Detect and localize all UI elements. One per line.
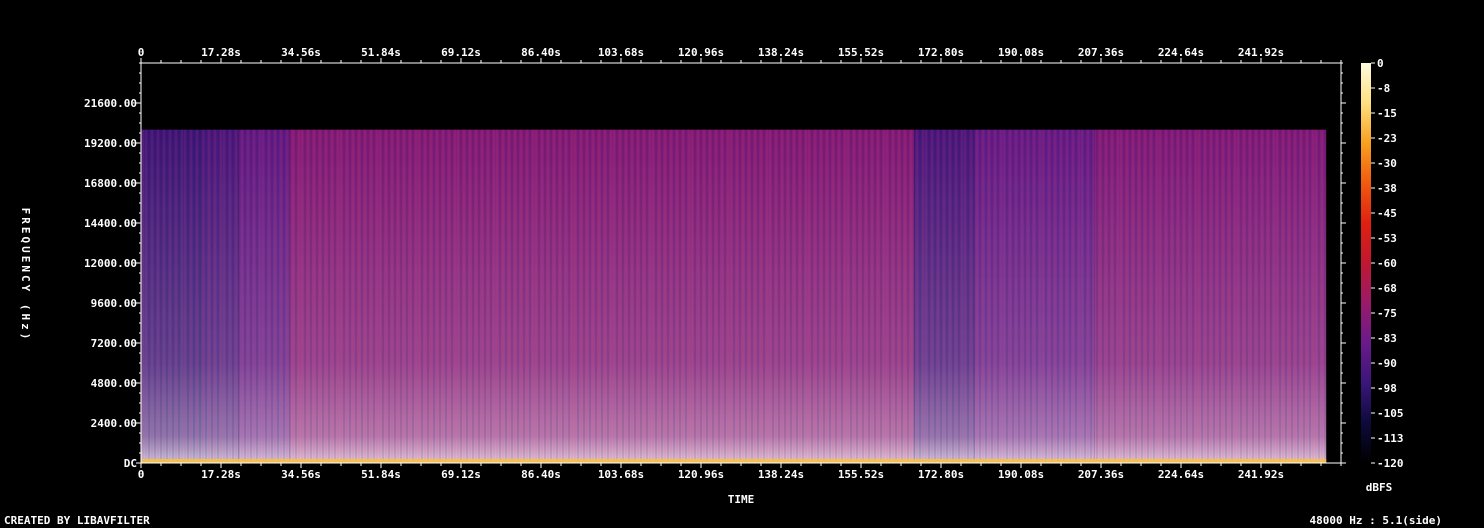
x-tick-label-top: 224.64s xyxy=(1158,46,1204,59)
y-tick-label: 21600.00 xyxy=(84,97,137,110)
colorbar-tick-label: -38 xyxy=(1377,182,1397,195)
x-tick-label-bottom: 120.96s xyxy=(678,468,724,481)
low-frequency-band xyxy=(141,459,1327,463)
x-tick-label-top: 69.12s xyxy=(441,46,481,59)
x-tick-label-top: 17.28s xyxy=(201,46,241,59)
colorbar-tick-label: -53 xyxy=(1377,232,1397,245)
colorbar-tick-label: -15 xyxy=(1377,107,1397,120)
x-tick-label-top: 120.96s xyxy=(678,46,724,59)
colorbar-tick-label: -8 xyxy=(1377,82,1390,95)
plot-area xyxy=(140,62,1342,464)
colorbar-tick-label: -113 xyxy=(1377,432,1404,445)
colorbar-tick-label: -23 xyxy=(1377,132,1397,145)
x-tick-label-bottom: 138.24s xyxy=(758,468,804,481)
x-tick-label-bottom: 207.36s xyxy=(1078,468,1124,481)
x-tick-label-bottom: 86.40s xyxy=(521,468,561,481)
y-axis-label: FREQUENCY (Hz) xyxy=(19,208,32,343)
x-tick-label-top: 138.24s xyxy=(758,46,804,59)
x-tick-label-bottom: 0 xyxy=(138,468,145,481)
footer-sample-info: 48000 Hz : 5.1(side) xyxy=(1309,514,1442,527)
x-tick-label-top: 86.40s xyxy=(521,46,561,59)
colorbar-tick-label: -83 xyxy=(1377,332,1397,345)
y-tick-label: 16800.00 xyxy=(84,177,137,190)
x-tick-label-bottom: 34.56s xyxy=(281,468,321,481)
y-tick-label: 4800.00 xyxy=(91,377,137,390)
x-tick-label-top: 0 xyxy=(138,46,145,59)
x-tick-label-bottom: 51.84s xyxy=(361,468,401,481)
colorbar-tick-label: -98 xyxy=(1377,382,1397,395)
x-tick-label-top: 51.84s xyxy=(361,46,401,59)
x-tick-label-bottom: 103.68s xyxy=(598,468,644,481)
colorbar-tick-label: -90 xyxy=(1377,357,1397,370)
colorbar-tick-label: -45 xyxy=(1377,207,1397,220)
colorbar-tick-label: 0 xyxy=(1377,57,1384,70)
spectrogram-segment xyxy=(238,129,290,463)
x-tick-label-top: 207.36s xyxy=(1078,46,1124,59)
y-tick-label: 12000.00 xyxy=(84,257,137,270)
y-tick-label: 7200.00 xyxy=(91,337,137,350)
y-tick-label: 2400.00 xyxy=(91,417,137,430)
x-tick-label-top: 155.52s xyxy=(838,46,884,59)
colorbar-label: dBFS xyxy=(1366,481,1393,494)
spectrogram-chart: 0 0 17.28s 17.28s 34.56s 34.56s 51.84s 51.84s 69… xyxy=(19,46,1404,506)
x-tick-label-bottom: 172.80s xyxy=(918,468,964,481)
x-tick-label-bottom: 155.52s xyxy=(838,468,884,481)
x-tick-label-top: 103.68s xyxy=(598,46,644,59)
x-axis-label: TIME xyxy=(728,493,755,506)
y-tick-label: DC xyxy=(124,457,137,470)
y-tick-label: 14400.00 xyxy=(84,217,137,230)
spectral-texture xyxy=(142,129,1326,463)
colorbar-gradient xyxy=(1361,63,1371,463)
x-tick-label-bottom: 17.28s xyxy=(201,468,241,481)
x-tick-label-top: 241.92s xyxy=(1238,46,1284,59)
x-tick-label-bottom: 241.92s xyxy=(1238,468,1284,481)
colorbar: 0 -8 -15 -23 -30 -38 -45 -53 -60 -68 -75 -83 -90 -98 -… xyxy=(1361,57,1404,470)
y-tick-label: 9600.00 xyxy=(91,297,137,310)
colorbar-tick-label: -120 xyxy=(1377,457,1404,470)
x-tick-label-bottom: 224.64s xyxy=(1158,468,1204,481)
colorbar-tick-label: -68 xyxy=(1377,282,1397,295)
colorbar-tick-label: -75 xyxy=(1377,307,1397,320)
x-tick-label-top: 172.80s xyxy=(918,46,964,59)
x-tick-label-top: 190.08s xyxy=(998,46,1044,59)
y-tick-label: 19200.00 xyxy=(84,137,137,150)
colorbar-tick-label: -105 xyxy=(1377,407,1404,420)
colorbar-tick-label: -60 xyxy=(1377,257,1397,270)
footer-credit: CREATED BY LIBAVFILTER xyxy=(4,514,150,527)
x-tick-label-bottom: 69.12s xyxy=(441,468,481,481)
spectrogram-segment xyxy=(1094,129,1327,463)
x-tick-label-top: 34.56s xyxy=(281,46,321,59)
x-tick-label-bottom: 190.08s xyxy=(998,468,1044,481)
colorbar-tick-label: -30 xyxy=(1377,157,1397,170)
